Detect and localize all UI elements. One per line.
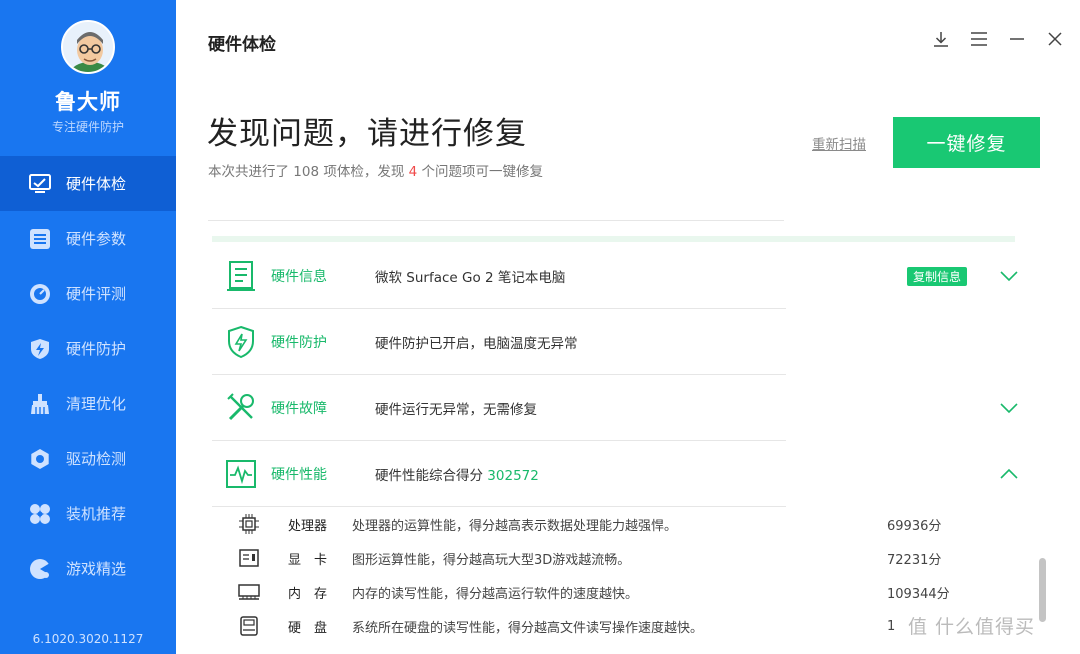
app-window: 鲁大师 专注硬件防护 硬件体检 硬件参数 硬件评测 硬件防护 清理优化 驱动检测…	[0, 0, 1080, 654]
sidebar-item-hardware-benchmark[interactable]: 硬件评测	[0, 266, 176, 321]
row-desc: 处理器的运算性能，得分越高表示数据处理能力越强悍。	[352, 518, 678, 534]
sidebar-item-game-picks[interactable]: 游戏精选	[0, 541, 176, 596]
table-row: 硬 盘 系统所在硬盘的读写性能，得分越高文件读写操作速度越快。 1	[236, 609, 996, 643]
row-desc: 图形运算性能，得分越高玩大型3D游戏越流畅。	[352, 552, 631, 568]
chevron-down-icon[interactable]	[999, 266, 1019, 286]
sidebar-item-driver-check[interactable]: 驱动检测	[0, 431, 176, 486]
section-title: 硬件故障	[271, 401, 327, 417]
sidebar-item-label: 硬件防护	[66, 340, 127, 358]
copy-info-button[interactable]: 复制信息	[907, 267, 968, 286]
progress-strip	[212, 236, 1015, 242]
section-title: 硬件性能	[271, 467, 327, 483]
sidebar: 鲁大师 专注硬件防护 硬件体检 硬件参数 硬件评测 硬件防护 清理优化 驱动检测…	[0, 0, 176, 654]
one-click-fix-button[interactable]: 一键修复	[893, 117, 1040, 168]
download-icon	[934, 32, 948, 47]
scrollbar-thumb[interactable]	[1039, 558, 1046, 622]
chevron-up-icon[interactable]	[999, 464, 1019, 484]
section-desc: 硬件防护已开启，电脑温度无异常	[375, 336, 578, 352]
divider	[212, 374, 786, 375]
section-hardware-protection[interactable]: 硬件防护 硬件防护已开启，电脑温度无异常	[212, 310, 1019, 374]
divider	[208, 220, 784, 221]
overall-score: 302572	[487, 468, 539, 484]
list-icon	[28, 227, 52, 251]
row-name: 显 卡	[288, 552, 328, 568]
version-label: 6.1020.3020.1127	[32, 632, 144, 646]
sidebar-item-hardware-protection[interactable]: 硬件防护	[0, 321, 176, 376]
download-button[interactable]	[930, 28, 952, 50]
section-hardware-faults[interactable]: 硬件故障 硬件运行无异常，无需修复	[212, 376, 1019, 440]
watermark: 值 什么值得买	[908, 616, 1036, 638]
clover-icon	[28, 502, 52, 526]
avatar[interactable]	[61, 20, 115, 74]
sidebar-item-label: 硬件参数	[66, 230, 127, 248]
section-hardware-info[interactable]: 硬件信息 微软 Surface Go 2 笔记本电脑 复制信息	[212, 244, 1019, 308]
brand-name: 鲁大师	[55, 90, 121, 114]
window-controls	[930, 28, 1066, 50]
disk-icon	[236, 613, 262, 639]
gear-icon	[28, 447, 52, 471]
game-icon	[28, 557, 52, 581]
broom-icon	[28, 392, 52, 416]
divider	[212, 440, 786, 441]
sidebar-item-label: 硬件评测	[66, 285, 127, 303]
chevron-down-icon[interactable]	[999, 398, 1019, 418]
section-desc: 微软 Surface Go 2 笔记本电脑	[375, 270, 566, 286]
section-desc-text: 硬件性能综合得分	[375, 468, 488, 484]
brand-slogan: 专注硬件防护	[51, 120, 124, 134]
rescan-link[interactable]: 重新扫描	[812, 133, 866, 153]
sidebar-item-hardware-checkup[interactable]: 硬件体检	[0, 156, 176, 211]
menu-button[interactable]	[968, 28, 990, 50]
row-name: 内 存	[288, 586, 328, 602]
row-score: 69936分	[887, 518, 942, 534]
sidebar-item-label: 硬件体检	[66, 175, 127, 193]
speedometer-icon	[28, 282, 52, 306]
row-score: 1	[887, 618, 896, 634]
close-button[interactable]	[1044, 28, 1066, 50]
table-row: 处理器 处理器的运算性能，得分越高表示数据处理能力越强悍。 69936分	[236, 507, 996, 541]
section-desc: 硬件性能综合得分 302572	[375, 464, 539, 484]
shield-bolt-icon	[28, 337, 52, 361]
cpu-icon	[236, 511, 262, 537]
pulse-icon	[223, 456, 259, 492]
sidebar-item-label: 游戏精选	[66, 560, 127, 578]
issue-count: 4	[408, 164, 418, 180]
minimize-button[interactable]	[1006, 28, 1028, 50]
result-headline: 发现问题，请进行修复	[207, 116, 527, 152]
gpu-icon	[236, 545, 262, 571]
minimize-icon	[1010, 38, 1024, 40]
menu-icon	[971, 32, 987, 46]
row-score: 109344分	[887, 586, 950, 602]
divider	[212, 308, 786, 309]
row-desc: 内存的读写性能，得分越高运行软件的速度越快。	[352, 586, 639, 602]
row-score: 72231分	[887, 552, 942, 568]
sidebar-nav: 硬件体检 硬件参数 硬件评测 硬件防护 清理优化 驱动检测 装机推荐 游戏精选	[0, 156, 176, 596]
close-icon	[1048, 32, 1062, 46]
section-hardware-performance[interactable]: 硬件性能 硬件性能综合得分 302572	[212, 442, 1019, 506]
sidebar-item-build-recommend[interactable]: 装机推荐	[0, 486, 176, 541]
monitor-check-icon	[28, 172, 52, 196]
table-row: 显 卡 图形运算性能，得分越高玩大型3D游戏越流畅。 72231分	[236, 541, 996, 575]
row-name: 硬 盘	[288, 620, 328, 636]
sidebar-item-hardware-params[interactable]: 硬件参数	[0, 211, 176, 266]
page-title: 硬件体检	[208, 35, 276, 55]
section-title: 硬件防护	[271, 335, 327, 351]
summary-suffix: 个问题项可一键修复	[417, 164, 544, 180]
table-row: 内 存 内存的读写性能，得分越高运行软件的速度越快。 109344分	[236, 575, 996, 609]
shield-icon	[223, 324, 259, 360]
memory-icon	[236, 579, 262, 605]
row-desc: 系统所在硬盘的读写性能，得分越高文件读写操作速度越快。	[352, 620, 704, 636]
sidebar-item-label: 驱动检测	[66, 450, 127, 468]
sidebar-item-cleanup[interactable]: 清理优化	[0, 376, 176, 431]
section-title: 硬件信息	[271, 269, 327, 285]
tools-icon	[223, 390, 259, 426]
summary-prefix: 本次共进行了 108 项体检，发现	[208, 164, 409, 180]
section-desc: 硬件运行无异常，无需修复	[375, 402, 537, 418]
result-summary: 本次共进行了 108 项体检，发现 4 个问题项可一键修复	[208, 160, 543, 180]
sidebar-item-label: 装机推荐	[66, 505, 127, 523]
row-name: 处理器	[288, 518, 328, 534]
document-icon	[223, 258, 259, 294]
sidebar-item-label: 清理优化	[66, 395, 127, 413]
